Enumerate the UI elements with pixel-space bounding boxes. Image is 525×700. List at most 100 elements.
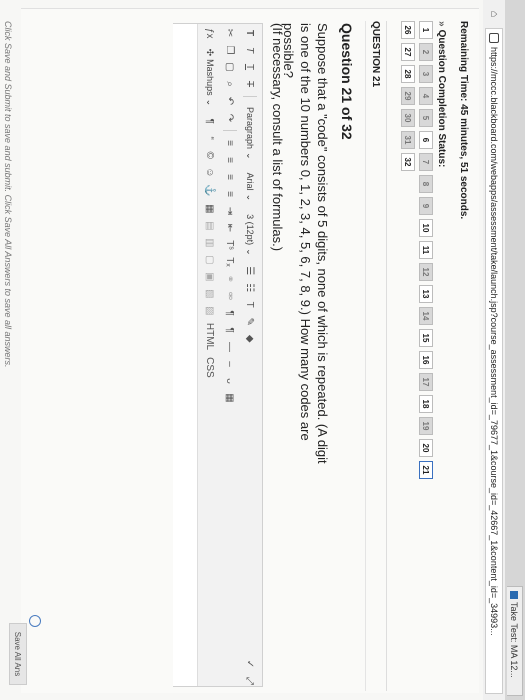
highlight-icon[interactable]: ◆ [243,334,257,344]
quote-icon[interactable]: “ [203,133,217,143]
question-nav-31[interactable]: 31 [401,131,415,149]
mashups-select[interactable]: ✣ Mashups ⌄ [203,46,217,110]
table-icon[interactable]: ▦ [203,204,217,214]
question-nav-26[interactable]: 26 [401,21,415,39]
question-nav-19[interactable]: 19 [419,417,433,435]
dash-icon[interactable]: – [223,359,237,369]
anchor-icon[interactable]: ⚓ [203,184,217,196]
question-nav-29[interactable]: 29 [401,87,415,105]
horizontal-rule-icon[interactable]: — [223,342,237,352]
photo-stage: Take Test: MA 12... ⌂ https://mccc.black… [0,0,525,700]
lock-icon [489,33,499,43]
table-col-icon[interactable]: ▥ [203,238,217,248]
spell-icon[interactable]: ᴗ [223,376,237,386]
page-content: Remaining Time: 45 minutes, 51 seconds. … [0,0,483,700]
expand-icon[interactable]: ⤢ [243,676,257,686]
question-nav-21[interactable]: 21 [419,461,433,479]
link-icon[interactable]: ⚭ [223,274,237,284]
subscript-icon[interactable]: Tₓ [223,257,237,267]
formula-icon[interactable]: ƒx [203,28,217,39]
table-merge-icon[interactable]: ▣ [203,272,217,282]
question-row: 1 2 3 4 5 6 7 8 9 10 11 12 13 14 15 16 17 18 19 20 21 [419,21,433,479]
question-nav-2[interactable]: 2 [419,43,433,61]
question-nav-16[interactable]: 16 [419,351,433,369]
italic-icon[interactable]: T [243,45,257,55]
question-nav-30[interactable]: 30 [401,109,415,127]
question-nav-17[interactable]: 17 [419,373,433,391]
rtl-icon[interactable]: ¶ [223,325,237,335]
chevron-down-icon: ⌄ [205,98,216,107]
question-nav-7[interactable]: 7 [419,153,433,171]
align-justify-icon[interactable]: ≡ [223,189,237,199]
question-nav-27[interactable]: 27 [401,43,415,61]
find-icon[interactable]: ⌕ [223,79,237,89]
blocks-icon[interactable]: ▦ [223,393,237,403]
unlink-icon[interactable]: ⚮ [223,291,237,301]
question-nav-28[interactable]: 28 [401,65,415,83]
undo-icon[interactable]: ↶ [223,96,237,106]
question-nav-1[interactable]: 1 [419,21,433,39]
question-row: 26 27 28 29 30 31 32 [401,21,415,479]
home-icon[interactable]: ⌂ [486,6,502,22]
pencil-icon[interactable]: ✎ [243,317,257,327]
ltr-icon[interactable]: ¶ [223,308,237,318]
question-text: Suppose that a "code" consists of 5 digi… [281,23,330,464]
outdent-icon[interactable]: ⇤ [223,223,237,233]
question-nav-11[interactable]: 11 [419,241,433,259]
question-nav-5[interactable]: 5 [419,109,433,127]
table-row-icon[interactable]: ▤ [203,221,217,231]
strikethrough-icon[interactable]: T [243,79,257,89]
align-center-icon[interactable]: ≡ [223,155,237,165]
footer-instructions: Click Save and Submit to save and submit… [3,21,13,368]
copy-icon[interactable]: ❐ [223,45,237,55]
bullet-list-icon[interactable]: ☰ [243,266,257,276]
emoji-icon[interactable]: ☺ [203,167,217,177]
align-left-icon[interactable]: ≡ [223,138,237,148]
question-nav-18[interactable]: 18 [419,395,433,413]
size-select[interactable]: 3 (12pt) ⌄ [243,211,257,259]
copyright-icon[interactable]: © [203,150,217,160]
css-button[interactable]: CSS [203,357,217,378]
bold-icon[interactable]: T [243,28,257,38]
table-delete-icon[interactable]: ▨ [203,306,217,316]
superscript-icon[interactable]: Tˢ [223,240,237,250]
question-header: QUESTION 21 [365,21,387,691]
url-field[interactable]: https://mccc.blackboard.com/webapps/asse… [485,28,503,694]
url-text: https://mccc.blackboard.com/webapps/asse… [489,47,499,636]
question-nav-6[interactable]: 6 [419,131,433,149]
redo-icon[interactable]: ↷ [223,113,237,123]
spellcheck-icon[interactable]: ✓ [243,659,257,669]
text-color-icon[interactable]: T [243,300,257,310]
question-nav-4[interactable]: 4 [419,87,433,105]
cut-icon[interactable]: ✂ [223,28,237,38]
align-right-icon[interactable]: ≡ [223,172,237,182]
question-nav-14[interactable]: 14 [419,307,433,325]
table-split-icon[interactable]: ▧ [203,289,217,299]
question-nav-15[interactable]: 15 [419,329,433,347]
expand-arrow-icon: » [436,21,447,27]
question-nav-13[interactable]: 13 [419,285,433,303]
paragraph-mark-icon[interactable]: ¶ [203,116,217,126]
save-all-answers-button[interactable]: Save All Ans [9,623,27,685]
font-select[interactable]: Arial ⌄ [243,170,257,205]
chevron-down-icon: ⌄ [245,152,256,160]
question-nav-8[interactable]: 8 [419,175,433,193]
paste-icon[interactable]: ▢ [223,62,237,72]
numbered-list-icon[interactable]: ☷ [243,283,257,293]
browser-tab[interactable]: Take Test: MA 12... [507,586,523,696]
indent-icon[interactable]: ⇥ [223,206,237,216]
editor-toolbar-row-1: T T T T Paragraph ⌄ Arial ⌄ 3 (12pt) ⌄ ☰ ☷ … [240,24,260,686]
question-nav-12[interactable]: 12 [419,263,433,281]
question-title: Question 21 of 32 [339,23,355,140]
answer-text-area[interactable] [173,24,198,686]
completion-status-toggle[interactable]: » Question Completion Status: [436,21,447,167]
question-nav-3[interactable]: 3 [419,65,433,83]
question-nav-32[interactable]: 32 [401,153,415,171]
question-nav-20[interactable]: 20 [419,439,433,457]
question-nav-10[interactable]: 10 [419,219,433,237]
html-button[interactable]: HTML [203,323,217,350]
underline-icon[interactable]: T [243,62,257,72]
question-nav-9[interactable]: 9 [419,197,433,215]
paragraph-select[interactable]: Paragraph ⌄ [243,104,257,163]
table-cell-icon[interactable]: ▢ [203,255,217,265]
